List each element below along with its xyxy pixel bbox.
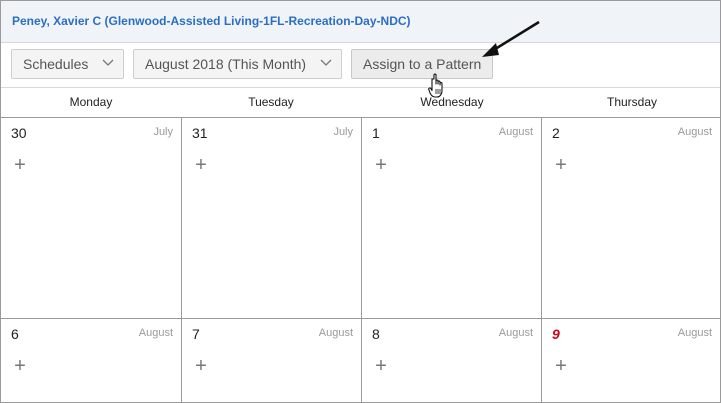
person-title[interactable]: Peney, Xavier C (Glenwood-Assisted Livin… — [12, 14, 411, 28]
month-name: August — [677, 126, 712, 138]
calendar-day-cell[interactable]: 7 August + — [182, 319, 362, 402]
weekday-header: Monday Tuesday Wednesday Thursday — [1, 88, 720, 118]
month-name: August — [677, 327, 712, 339]
day-name-monday: Monday — [69, 95, 113, 109]
day-name-thursday: Thursday — [606, 95, 658, 109]
day-number: 7 — [192, 326, 200, 342]
calendar-day-cell[interactable]: 2 August + — [542, 118, 720, 319]
assign-pattern-button[interactable]: Assign to a Pattern — [351, 49, 493, 79]
hand-cursor-icon — [428, 73, 443, 98]
plus-icon[interactable]: + — [371, 155, 391, 176]
day-number: 31 — [192, 125, 208, 141]
calendar-day-cell[interactable]: 30 July + — [1, 118, 182, 319]
calendar-day-cell[interactable]: 31 July + — [182, 118, 362, 319]
chevron-down-icon — [102, 59, 114, 66]
day-number: 2 — [552, 125, 560, 141]
month-name: August — [138, 327, 173, 339]
schedules-dropdown[interactable]: Schedules — [11, 49, 124, 79]
calendar-window: Peney, Xavier C (Glenwood-Assisted Livin… — [0, 0, 721, 403]
day-number: 8 — [372, 326, 380, 342]
calendar-day-cell[interactable]: 8 August + — [362, 319, 542, 402]
plus-icon[interactable]: + — [10, 155, 30, 176]
day-number: 30 — [11, 125, 27, 141]
month-name: July — [333, 126, 353, 138]
month-name: August — [498, 327, 533, 339]
month-dropdown[interactable]: August 2018 (This Month) — [133, 49, 342, 79]
day-number: 1 — [372, 125, 380, 141]
month-name: August — [318, 327, 353, 339]
chevron-down-icon — [320, 59, 332, 66]
plus-icon[interactable]: + — [551, 356, 571, 377]
plus-icon[interactable]: + — [371, 356, 391, 377]
day-number: 6 — [11, 326, 19, 342]
month-name: July — [153, 126, 173, 138]
day-name-wednesday: Wednesday — [420, 95, 484, 109]
calendar-day-cell[interactable]: 1 August + — [362, 118, 542, 319]
month-label: August 2018 (This Month) — [145, 56, 307, 72]
schedules-label: Schedules — [23, 56, 89, 72]
calendar-day-cell-today[interactable]: 9 August + — [542, 319, 720, 402]
assign-pattern-label: Assign to a Pattern — [363, 56, 482, 72]
plus-icon[interactable]: + — [10, 356, 30, 377]
calendar-day-cell[interactable]: 6 August + — [1, 319, 182, 402]
calendar-grid: 30 July + 31 July + 1 August + 2 August … — [1, 118, 720, 402]
plus-icon[interactable]: + — [191, 356, 211, 377]
day-number-today: 9 — [552, 326, 560, 342]
day-name-tuesday: Tuesday — [248, 95, 294, 109]
page-header: Peney, Xavier C (Glenwood-Assisted Livin… — [1, 1, 720, 43]
month-name: August — [498, 126, 533, 138]
toolbar: Schedules August 2018 (This Month) Assig… — [1, 43, 720, 88]
plus-icon[interactable]: + — [551, 155, 571, 176]
plus-icon[interactable]: + — [191, 155, 211, 176]
